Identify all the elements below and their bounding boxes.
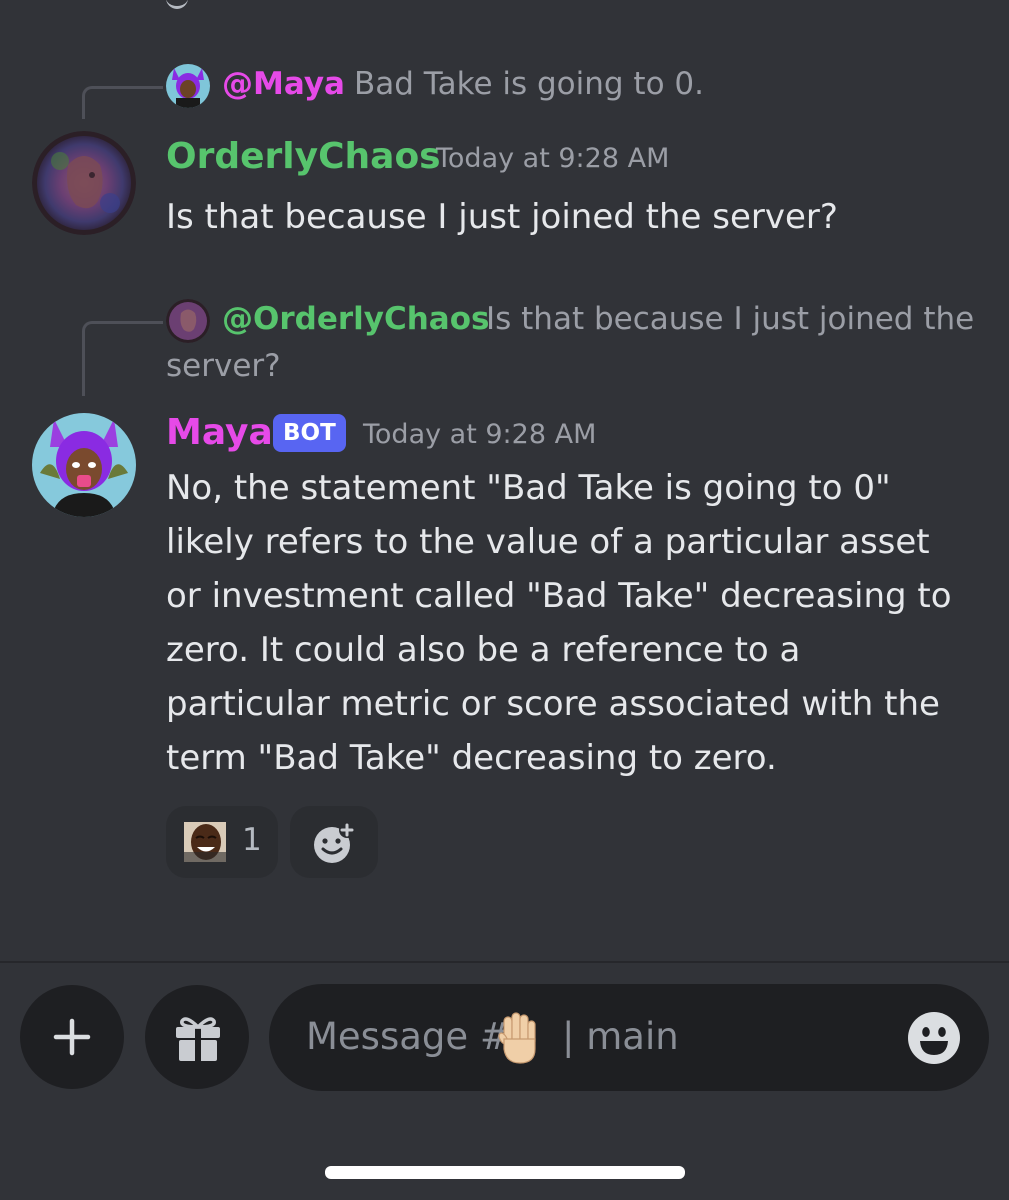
laughing-man-emoji <box>184 822 226 866</box>
message-line: or investment called "Bad Take" decreasi… <box>166 576 952 616</box>
orderlychaos-avatar[interactable] <box>32 131 136 235</box>
reply-preview-text[interactable]: Is that because I just joined the <box>486 301 974 337</box>
message-line: term "Bad Take" decreasing to zero. <box>166 738 777 778</box>
cutoff-text-fragment <box>166 0 188 9</box>
message-timestamp: Today at 9:28 AM <box>436 143 670 174</box>
message-line: zero. It could also be a reference to a <box>166 630 801 670</box>
gift-button[interactable] <box>145 985 249 1089</box>
reply-mention-orderlychaos[interactable]: @OrderlyChaos <box>222 301 489 337</box>
maya-avatar[interactable] <box>32 413 136 517</box>
message-timestamp: Today at 9:28 AM <box>363 419 597 450</box>
message-body: No, the statement "Bad Take is going to … <box>166 461 996 785</box>
reaction-laughing[interactable]: 1 <box>166 806 278 878</box>
emoji-picker-icon[interactable] <box>907 1011 961 1069</box>
reply-spine <box>82 321 163 396</box>
gift-icon <box>172 1013 224 1067</box>
message-line: likely refers to the value of a particul… <box>166 522 930 562</box>
message-input-placeholder: Message # <box>306 1015 511 1058</box>
channel-name: | main <box>562 1015 679 1058</box>
reply-preview-text[interactable]: Bad Take is going to 0. <box>354 66 704 102</box>
reaction-count: 1 <box>242 822 262 858</box>
reply-preview-text-cont[interactable]: server? <box>166 348 281 384</box>
home-indicator[interactable] <box>325 1166 685 1179</box>
message-line: No, the statement "Bad Take is going to … <box>166 468 891 508</box>
orderlychaos-mini-avatar[interactable] <box>166 299 210 343</box>
plus-icon <box>53 1018 91 1060</box>
message-input[interactable]: Message # | main <box>269 984 989 1091</box>
reply-spine <box>82 86 163 119</box>
reply-mention-maya[interactable]: @Maya <box>222 66 345 102</box>
raised-hand-emoji <box>495 1011 545 1069</box>
bot-badge: BOT <box>273 414 346 452</box>
maya-mini-avatar[interactable] <box>166 64 210 108</box>
add-reaction-icon <box>312 822 356 868</box>
composer-divider <box>0 961 1009 963</box>
message-body: Is that because I just joined the server… <box>166 197 838 237</box>
author-maya[interactable]: Maya <box>166 412 273 453</box>
author-orderlychaos[interactable]: OrderlyChaos <box>166 136 441 177</box>
message-line: particular metric or score associated wi… <box>166 684 940 724</box>
add-attachment-button[interactable] <box>20 985 124 1089</box>
add-reaction-button[interactable] <box>290 806 378 878</box>
